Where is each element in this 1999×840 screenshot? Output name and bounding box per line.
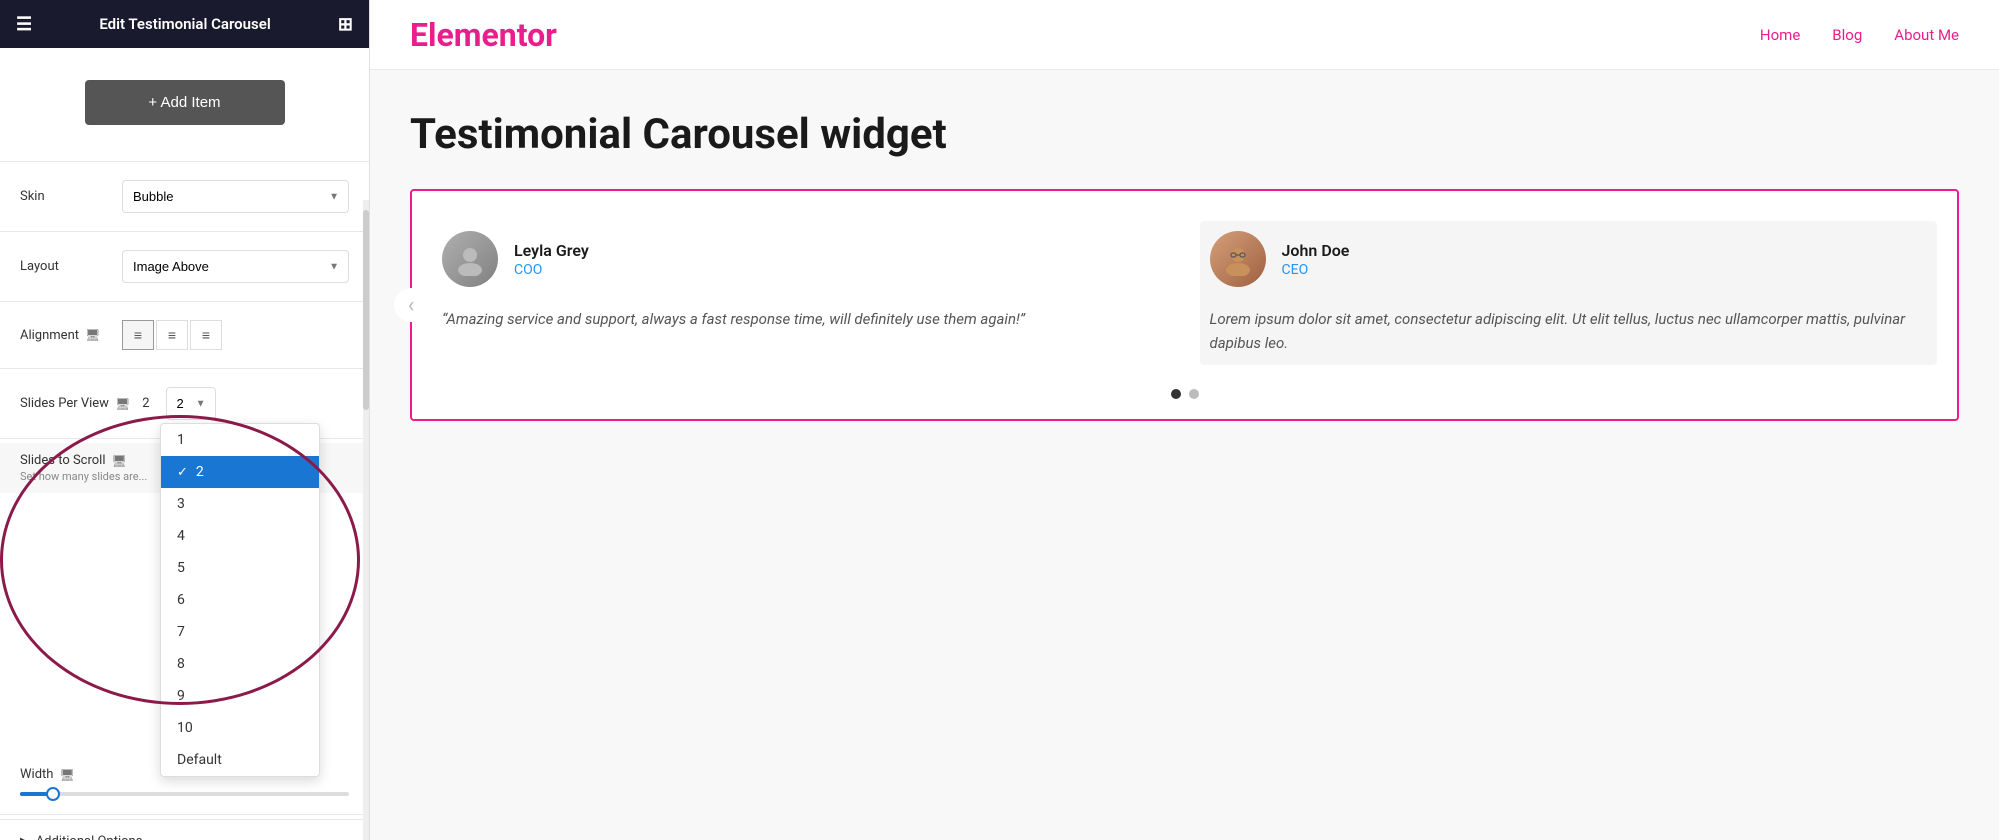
left-panel: ☰ Edit Testimonial Carousel ⊞ + Add Item… xyxy=(0,0,370,840)
sts-monitor-icon: 🖥 xyxy=(112,454,127,468)
testimonial-quote-1: “Amazing service and support, always a f… xyxy=(442,307,1160,331)
layout-setting-row: Layout Image Above Image Left Image Righ… xyxy=(0,236,369,297)
carousel-widget: ‹ Leyla Grey COO xyxy=(410,189,1959,421)
dot-1[interactable] xyxy=(1171,389,1181,399)
scroll-indicator xyxy=(363,200,369,840)
width-slider-track xyxy=(20,792,349,796)
dropdown-option-6-label: 6 xyxy=(177,592,185,608)
dropdown-option-4[interactable]: 4 xyxy=(161,520,319,552)
dropdown-option-1-label: 1 xyxy=(177,432,185,448)
dropdown-option-2[interactable]: ✓ 2 xyxy=(161,456,319,488)
author-name-1: Leyla Grey xyxy=(514,241,589,260)
main-content: Elementor Home Blog About Me Testimonial… xyxy=(370,0,1999,840)
site-logo: Elementor xyxy=(410,16,557,54)
dropdown-option-2-label: 2 xyxy=(196,464,204,480)
add-item-button[interactable]: + Add Item xyxy=(85,80,285,125)
align-left-button[interactable]: ≡ xyxy=(122,320,154,350)
layout-select[interactable]: Image Above Image Left Image Right xyxy=(122,250,349,283)
dropdown-option-8-label: 8 xyxy=(177,656,185,672)
testimonial-card-2: John Doe CEO Lorem ipsum dolor sit amet,… xyxy=(1200,221,1938,365)
spv-select[interactable]: 2 xyxy=(166,387,216,420)
divider-6 xyxy=(0,814,369,815)
nav-link-home[interactable]: Home xyxy=(1760,26,1800,44)
dropdown-option-1[interactable]: 1 xyxy=(161,424,319,456)
testimonial-author-2: John Doe CEO xyxy=(1282,241,1350,278)
spv-monitor-icon: 🖥 xyxy=(115,397,130,411)
testimonial-header-1: Leyla Grey COO xyxy=(442,231,1160,287)
slides-to-scroll-row: Slides to Scroll 🖥 Set how many slides a… xyxy=(0,443,369,493)
align-center-button[interactable]: ≡ xyxy=(156,320,188,350)
dropdown-option-9-label: 9 xyxy=(177,688,185,704)
testimonial-card-1: Leyla Grey COO “Amazing service and supp… xyxy=(432,221,1170,365)
dropdown-option-5[interactable]: 5 xyxy=(161,552,319,584)
dropdown-option-7-label: 7 xyxy=(177,624,185,640)
grid-icon[interactable]: ⊞ xyxy=(338,14,353,35)
dropdown-option-9[interactable]: 9 xyxy=(161,680,319,712)
testimonial-author-1: Leyla Grey COO xyxy=(514,241,589,278)
width-monitor-icon: 🖥 xyxy=(59,768,74,782)
additional-options-label: Additional Options xyxy=(36,834,143,840)
dot-2[interactable] xyxy=(1189,389,1199,399)
scroll-thumb[interactable] xyxy=(363,210,369,410)
alignment-buttons: ≡ ≡ ≡ xyxy=(122,320,222,350)
layout-select-wrapper: Image Above Image Left Image Right ▼ xyxy=(122,250,349,283)
page-content: Testimonial Carousel widget ‹ xyxy=(370,70,1999,840)
top-nav: Elementor Home Blog About Me xyxy=(370,0,1999,70)
author-role-2: CEO xyxy=(1282,262,1350,278)
nav-link-about[interactable]: About Me xyxy=(1894,26,1959,44)
dropdown-option-6[interactable]: 6 xyxy=(161,584,319,616)
layout-label: Layout xyxy=(20,259,110,274)
nav-link-blog[interactable]: Blog xyxy=(1832,26,1862,44)
dropdown-option-7[interactable]: 7 xyxy=(161,616,319,648)
additional-options-toggle[interactable]: ▶ Additional Options xyxy=(0,819,369,840)
triangle-right-icon: ▶ xyxy=(20,836,28,840)
align-right-button[interactable]: ≡ xyxy=(190,320,222,350)
dropdown-option-5-label: 5 xyxy=(177,560,185,576)
avatar-john xyxy=(1210,231,1266,287)
panel-body: + Add Item Skin Bubble Default ▼ Layout xyxy=(0,48,369,840)
divider-3 xyxy=(0,301,369,302)
slides-to-scroll-label: Slides to Scroll 🖥 xyxy=(20,453,127,468)
dropdown-option-default[interactable]: Default xyxy=(161,744,319,776)
dropdown-option-3-label: 3 xyxy=(177,496,185,512)
alignment-label: Alignment 🖥 xyxy=(20,328,110,343)
dropdown-option-10-label: 10 xyxy=(177,720,193,736)
alignment-setting-row: Alignment 🖥 ≡ ≡ ≡ xyxy=(0,306,369,364)
dropdown-option-8[interactable]: 8 xyxy=(161,648,319,680)
testimonial-header-2: John Doe CEO xyxy=(1210,231,1928,287)
divider-4 xyxy=(0,368,369,369)
nav-links: Home Blog About Me xyxy=(1760,26,1959,44)
skin-label: Skin xyxy=(20,189,110,204)
spv-select-wrapper: 2 ▼ xyxy=(166,387,216,420)
alignment-monitor-icon: 🖥 xyxy=(85,328,100,342)
carousel-prev-button[interactable]: ‹ xyxy=(394,288,428,322)
author-role-1: COO xyxy=(514,262,589,278)
carousel-slides: Leyla Grey COO “Amazing service and supp… xyxy=(432,221,1937,365)
slides-per-view-value: 2 xyxy=(142,396,149,411)
checkmark-icon: ✓ xyxy=(177,465,188,480)
dropdown-option-4-label: 4 xyxy=(177,528,185,544)
slides-to-scroll-dropdown[interactable]: 1 ✓ 2 3 4 5 6 7 xyxy=(160,423,320,777)
skin-setting-row: Skin Bubble Default ▼ xyxy=(0,166,369,227)
avatar-leyla xyxy=(442,231,498,287)
divider-2 xyxy=(0,231,369,232)
panel-header: ☰ Edit Testimonial Carousel ⊞ xyxy=(0,0,369,48)
dropdown-option-3[interactable]: 3 xyxy=(161,488,319,520)
dropdown-option-default-label: Default xyxy=(177,752,222,768)
testimonial-quote-2: Lorem ipsum dolor sit amet, consectetur … xyxy=(1210,307,1928,355)
width-slider-thumb[interactable] xyxy=(46,787,60,801)
panel-title: Edit Testimonial Carousel xyxy=(99,15,270,33)
hamburger-icon[interactable]: ☰ xyxy=(16,14,32,35)
skin-select[interactable]: Bubble Default xyxy=(122,180,349,213)
carousel-dots xyxy=(432,389,1937,399)
slides-per-view-label: Slides Per View 🖥 xyxy=(20,396,130,411)
author-name-2: John Doe xyxy=(1282,241,1350,260)
dropdown-option-10[interactable]: 10 xyxy=(161,712,319,744)
divider-1 xyxy=(0,161,369,162)
skin-select-wrapper: Bubble Default ▼ xyxy=(122,180,349,213)
page-title: Testimonial Carousel widget xyxy=(410,110,1959,159)
